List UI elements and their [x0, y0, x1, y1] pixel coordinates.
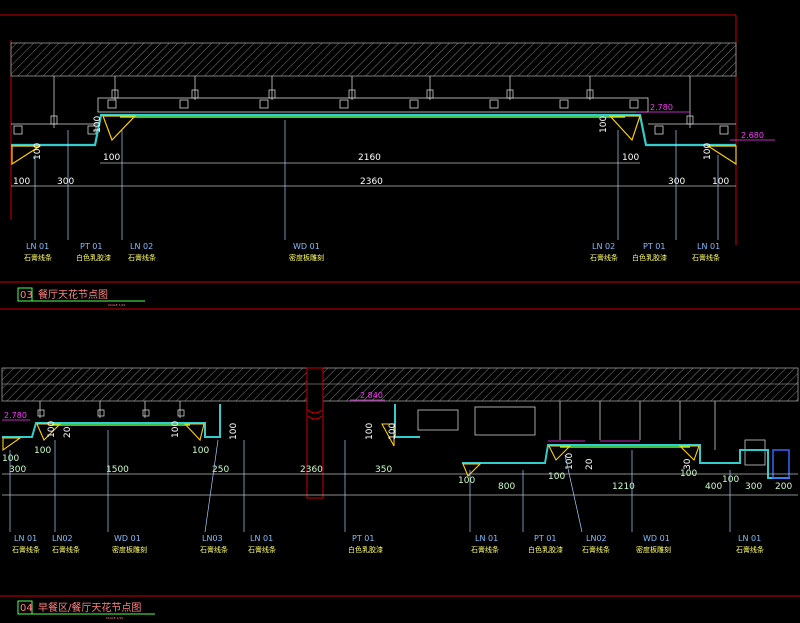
section-dim: 100	[703, 143, 713, 160]
tag-code: PT 01	[534, 534, 556, 543]
dimension-label: 100	[13, 177, 30, 187]
section-dim: 100	[599, 116, 609, 133]
material-tags-04: LN 01 石膏线条 LN02 石膏线条 WD 01 密度板雕刻 LN03 石膏…	[12, 534, 764, 554]
dimension-label: 100	[2, 454, 19, 464]
tag-desc: 白色乳胶漆	[632, 253, 667, 262]
tag-desc: 密度板雕刻	[112, 545, 147, 554]
dimension-label: 300	[745, 482, 762, 492]
elevation-label: 2.840	[360, 391, 383, 400]
tag-desc: 石膏线条	[590, 253, 618, 262]
section-dim: 100	[388, 423, 398, 440]
dimension-label: 100	[548, 472, 565, 482]
tag-code: LN 01	[738, 534, 761, 543]
tag-code: PT 01	[80, 242, 102, 251]
section-dim: 100	[93, 116, 103, 133]
tag-desc: 石膏线条	[248, 545, 276, 554]
dimension-label: 800	[498, 482, 515, 492]
elevation-marks-03: 2.780 2.680	[636, 103, 775, 141]
section-dim: 20	[63, 426, 73, 438]
section-dim: 100	[229, 423, 239, 440]
tag-code: LN 01	[250, 534, 273, 543]
tag-code: LN02	[52, 534, 73, 543]
tag-desc: 密度板雕刻	[636, 545, 671, 554]
dimension-label: 350	[375, 465, 392, 475]
tag-desc: 白色乳胶漆	[348, 545, 383, 554]
tag-code: LN 01	[697, 242, 720, 251]
dimension-label: 100	[680, 469, 697, 479]
tag-desc: 石膏线条	[471, 545, 499, 554]
concrete-slab	[10, 42, 737, 77]
tag-code: WD 01	[293, 242, 320, 251]
ceiling-profile	[394, 404, 420, 438]
concrete-slab	[1, 367, 308, 402]
dimension-label: 100	[722, 475, 739, 485]
dimension-label: 2360	[360, 177, 383, 187]
dimension-label: 2360	[300, 465, 323, 475]
tag-code: LN 01	[475, 534, 498, 543]
scale-note: SCALE 1/10	[108, 303, 125, 307]
tag-desc: 石膏线条	[582, 545, 610, 554]
scale-note: SCALE 1/10	[106, 616, 123, 620]
dimension-label: 100	[192, 446, 209, 456]
tag-code: PT 01	[352, 534, 374, 543]
tag-desc: 白色乳胶漆	[528, 545, 563, 554]
ceiling-profile	[2, 404, 221, 438]
dimension-label: 100	[458, 476, 475, 486]
tag-code: LN 02	[592, 242, 615, 251]
tag-code: LN 01	[14, 534, 37, 543]
tag-desc: 石膏线条	[12, 545, 40, 554]
dimension-label: 300	[57, 177, 74, 187]
detail-title: 早餐区/餐厅天花节点图	[38, 601, 141, 614]
tag-code: WD 01	[643, 534, 670, 543]
dimension-label: 400	[705, 482, 722, 492]
tag-desc: 白色乳胶漆	[76, 253, 111, 262]
dimension-label: 200	[775, 482, 792, 492]
tag-desc: 石膏线条	[736, 545, 764, 554]
tag-code: PT 01	[643, 242, 665, 251]
tag-desc: 石膏线条	[24, 253, 52, 262]
tag-code: WD 01	[114, 534, 141, 543]
dimension-label: 250	[212, 465, 229, 475]
elevation-label: 2.780	[650, 103, 673, 112]
tag-desc: 石膏线条	[692, 253, 720, 262]
elevation-label: 2.680	[741, 131, 764, 140]
detail-number: 04	[20, 603, 33, 614]
concrete-slab	[322, 367, 799, 402]
dimension-label: 100	[34, 446, 51, 456]
dimension-label: 300	[9, 465, 26, 475]
detail-03: 2.780 2.680 100 100 100 100 100 2160 100…	[0, 14, 800, 310]
detail-04: 2.780 2.840 100 20 100 100 100 100 100 2…	[0, 367, 800, 620]
cad-drawing-sheet: 2.780 2.680 100 100 100 100 100 2160 100…	[0, 14, 800, 620]
detail-number: 03	[20, 290, 33, 301]
dimension-label: 300	[668, 177, 685, 187]
material-tags-03: LN 01 石膏线条 PT 01 白色乳胶漆 LN 02 石膏线条 WD 01 …	[24, 242, 720, 262]
section-dim: 100	[47, 421, 57, 438]
dimension-label: 100	[712, 177, 729, 187]
section-dim: 100	[365, 423, 375, 440]
tag-desc: 石膏线条	[52, 545, 80, 554]
tag-desc: 密度板雕刻	[289, 253, 324, 262]
tag-desc: 石膏线条	[200, 545, 228, 554]
ceiling-profile	[462, 444, 790, 479]
detail-title: 餐厅天花节点图	[38, 288, 108, 301]
elevation-label: 2.780	[4, 411, 27, 420]
ceiling-profile	[11, 113, 736, 147]
section-dim: 100	[171, 421, 181, 438]
dimension-label: 2160	[358, 153, 381, 163]
dimension-label: 100	[103, 153, 120, 163]
tag-code: LN03	[202, 534, 223, 543]
tag-code: LN02	[586, 534, 607, 543]
ceiling-hangers	[50, 76, 694, 128]
dimension-label: 100	[622, 153, 639, 163]
dimension-label: 1500	[106, 465, 129, 475]
section-dim: 20	[585, 458, 595, 470]
tag-code: LN 01	[26, 242, 49, 251]
tag-code: LN 02	[130, 242, 153, 251]
ceiling-hangers	[37, 401, 766, 466]
tag-desc: 石膏线条	[128, 253, 156, 262]
section-dim: 100	[33, 143, 43, 160]
